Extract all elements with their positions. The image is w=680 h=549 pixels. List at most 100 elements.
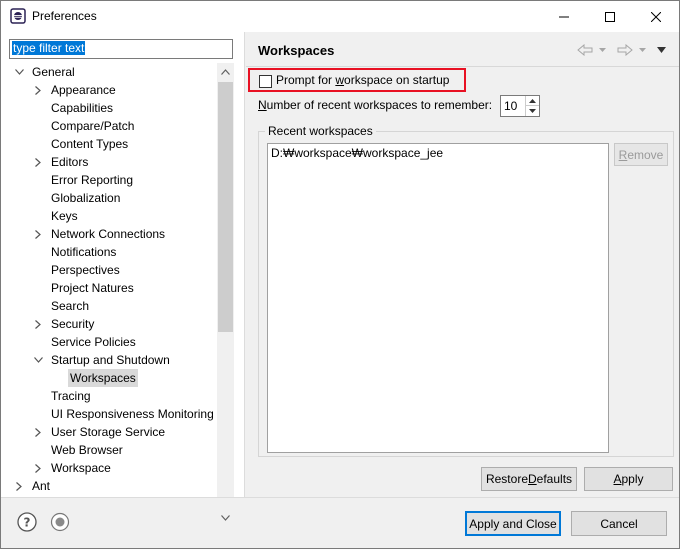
chevron-right-icon[interactable] — [33, 459, 43, 477]
apply-and-close-button[interactable]: Apply and Close — [465, 511, 561, 536]
tree-item[interactable]: Service Policies — [1, 333, 217, 351]
recent-workspaces-list[interactable]: D:₩workspace₩workspace_jee — [267, 143, 609, 453]
tree-item[interactable]: Web Browser — [1, 441, 217, 459]
tree-item-label: Content Types — [51, 137, 129, 151]
restore-defaults-button[interactable]: Restore Defaults — [481, 467, 577, 491]
chevron-right-icon[interactable] — [14, 477, 24, 495]
right-pane: Workspaces Prompt for workspace on start… — [246, 32, 679, 497]
preference-tree: General Appearance Capabilities Compare/Pat… — [1, 63, 217, 526]
tree-item-label: Web Browser — [51, 443, 123, 457]
title-bar: Preferences — [1, 1, 679, 32]
prompt-highlight-box: Prompt for workspace on startup — [248, 68, 466, 92]
tree-item[interactable]: UI Responsiveness Monitoring — [1, 405, 217, 423]
apply-button[interactable]: Apply — [584, 467, 673, 491]
tree-item[interactable]: Startup and Shutdown — [1, 351, 217, 369]
tree-item[interactable]: Editors — [1, 153, 217, 171]
maximize-button[interactable] — [587, 1, 633, 32]
svg-text:?: ? — [24, 516, 31, 530]
minimize-icon — [559, 16, 569, 17]
tree-item-label: Notifications — [51, 245, 117, 259]
tree-item[interactable]: Workspace — [1, 459, 217, 477]
recent-count-label: Number of recent workspaces to remember: — [258, 98, 493, 112]
tree-item-label: Security — [51, 317, 95, 331]
tree-item-label: Search — [51, 299, 90, 313]
remove-button[interactable]: Remove — [614, 143, 668, 166]
recent-workspaces-title: Recent workspaces — [265, 124, 376, 138]
tree-item[interactable]: Notifications — [1, 243, 217, 261]
tree-item[interactable]: Project Natures — [1, 279, 217, 297]
record-macro-icon[interactable] — [50, 512, 70, 532]
close-icon — [651, 11, 661, 22]
close-button[interactable] — [633, 1, 679, 32]
tree-item-label: Compare/Patch — [51, 119, 135, 133]
view-menu-button[interactable] — [654, 41, 668, 59]
tree-item[interactable]: Ant — [1, 477, 217, 495]
tree-item[interactable]: General — [1, 63, 217, 81]
chevron-down-icon[interactable] — [14, 63, 24, 81]
tree-item-label: Workspaces — [68, 369, 138, 387]
tree-item[interactable]: Workspaces — [1, 369, 217, 387]
tree-item[interactable]: Network Connections — [1, 225, 217, 243]
preferences-window: Preferences type filter text General Appe… — [0, 0, 680, 549]
help-icon[interactable]: ? — [17, 512, 37, 532]
tree-item-label: Perspectives — [51, 263, 120, 277]
tree-item[interactable]: Appearance — [1, 81, 217, 99]
tree-item-label: Project Natures — [51, 281, 134, 295]
tree-item[interactable]: Security — [1, 315, 217, 333]
recent-count-spinner[interactable]: 10 — [500, 95, 540, 117]
tree-item[interactable]: Perspectives — [1, 261, 217, 279]
left-pane: type filter text General Appearance Capabi… — [1, 32, 244, 521]
recent-workspaces-group: Recent workspaces D:₩workspace₩workspace… — [258, 124, 674, 457]
eclipse-app-icon — [10, 8, 26, 24]
scroll-thumb[interactable] — [218, 82, 233, 332]
chevron-right-icon[interactable] — [33, 153, 43, 171]
scroll-down-arrow[interactable] — [217, 509, 234, 526]
chevron-down-icon[interactable] — [33, 351, 43, 369]
tree-item[interactable]: Compare/Patch — [1, 117, 217, 135]
prompt-workspace-checkbox[interactable] — [259, 75, 272, 88]
caret-down-icon — [638, 48, 646, 52]
scroll-up-arrow[interactable] — [217, 63, 234, 80]
forward-button[interactable] — [616, 41, 634, 59]
forward-arrow-icon — [617, 44, 633, 56]
tree-item-label: General — [32, 65, 75, 79]
chevron-right-icon[interactable] — [33, 315, 43, 333]
tree-item[interactable]: Capabilities — [1, 99, 217, 117]
chevron-down-icon — [221, 514, 230, 521]
tree-item[interactable]: User Storage Service — [1, 423, 217, 441]
tree-item-label: User Storage Service — [51, 425, 166, 439]
prompt-workspace-label[interactable]: Prompt for workspace on startup — [276, 73, 449, 87]
chevron-right-icon[interactable] — [33, 81, 43, 99]
tree-item[interactable]: Keys — [1, 207, 217, 225]
tree-item[interactable]: Tracing — [1, 387, 217, 405]
chevron-right-icon[interactable] — [33, 225, 43, 243]
recent-count-value[interactable]: 10 — [504, 99, 517, 113]
caret-down-icon — [598, 48, 606, 52]
back-history-dropdown[interactable] — [596, 41, 608, 59]
tree-item-label: Ant — [32, 479, 51, 493]
page-title: Workspaces — [258, 43, 335, 58]
back-button[interactable] — [576, 41, 594, 59]
tree-item[interactable]: Content Types — [1, 135, 217, 153]
tree-item[interactable]: Search — [1, 297, 217, 315]
spin-up-icon — [529, 98, 536, 103]
tree-item-label: Appearance — [51, 83, 116, 97]
chevron-right-icon[interactable] — [33, 423, 43, 441]
tree-item-label: Capabilities — [51, 101, 114, 115]
tree-item-label: Keys — [51, 209, 78, 223]
minimize-button[interactable] — [541, 1, 587, 32]
forward-history-dropdown[interactable] — [636, 41, 648, 59]
spinner-down-button[interactable] — [525, 106, 539, 116]
maximize-icon — [605, 11, 615, 22]
spinner-up-button[interactable] — [525, 96, 539, 106]
tree-item-label: Globalization — [51, 191, 121, 205]
filter-input[interactable]: type filter text — [9, 39, 233, 59]
tree-item-label: Editors — [51, 155, 89, 169]
cancel-button[interactable]: Cancel — [571, 511, 667, 536]
tree-item[interactable]: Globalization — [1, 189, 217, 207]
tree-item-label: Workspace — [51, 461, 111, 475]
spin-down-icon — [529, 109, 536, 113]
tree-scrollbar[interactable] — [217, 63, 234, 521]
list-item[interactable]: D:₩workspace₩workspace_jee — [271, 146, 443, 160]
tree-item[interactable]: Error Reporting — [1, 171, 217, 189]
